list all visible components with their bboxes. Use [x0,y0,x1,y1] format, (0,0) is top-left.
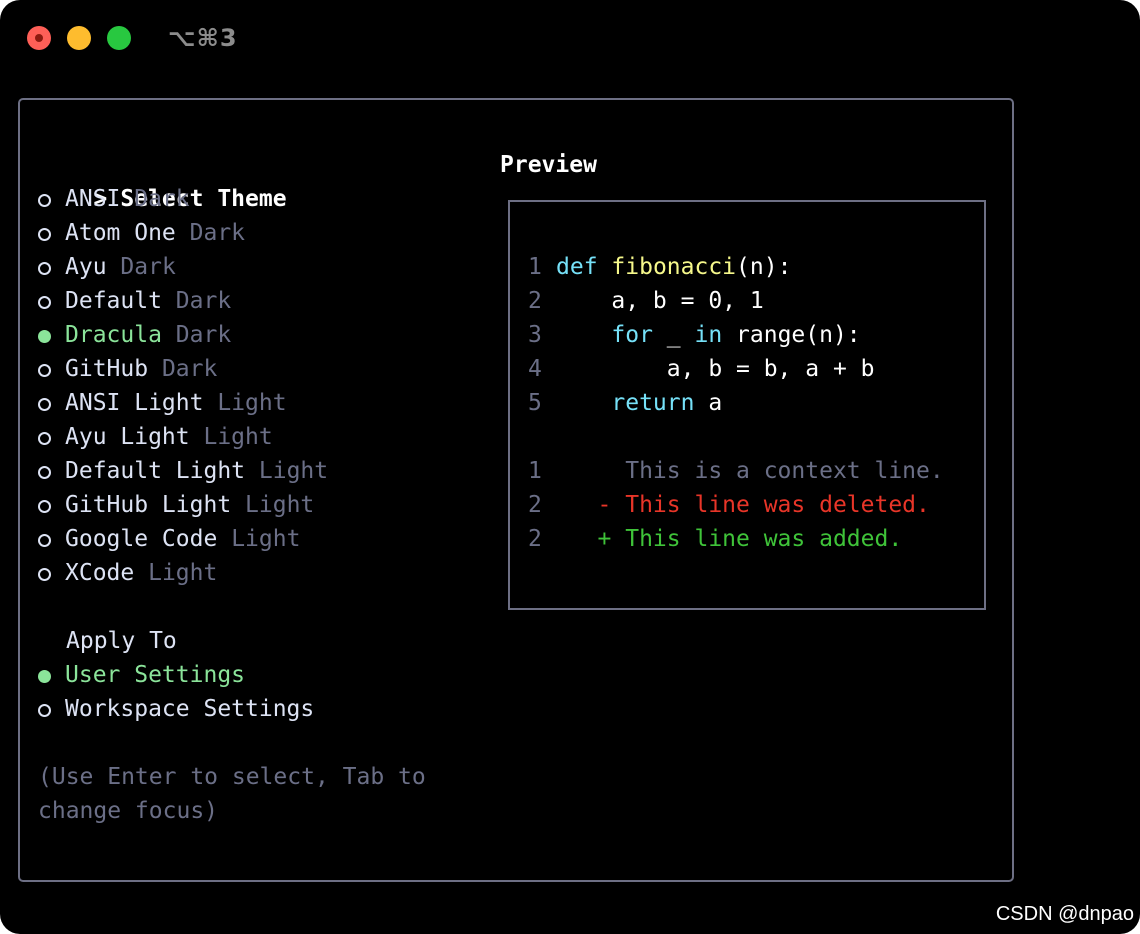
theme-option-variant: Light [148,560,218,586]
theme-option[interactable]: Ayu Light Light [38,420,273,454]
theme-option[interactable]: GitHub Dark [38,352,217,386]
diff-line: 2 + This line was added. [528,522,902,556]
line-number: 2 [528,288,542,314]
code-token: a, b = b, a + b [556,356,875,382]
code-token: for [611,322,653,348]
theme-option-name: ANSI [65,186,121,212]
preview-title: Preview [500,152,597,178]
line-number: 1 [528,254,542,280]
hint-line-2: change focus) [38,798,219,824]
apply-option-label: Workspace Settings [65,696,315,722]
radio-empty-icon [38,364,51,377]
code-token: return [611,390,695,416]
theme-option[interactable]: Default Light Light [38,454,328,488]
code-line: 3 for _ in range(n): [528,318,861,352]
code-token: _ [652,322,695,348]
radio-empty-icon [38,500,51,513]
apply-option[interactable]: User Settings [38,658,245,692]
theme-option[interactable]: Default Dark [38,284,231,318]
theme-option[interactable]: ANSI Dark [38,182,190,216]
line-number: 5 [528,390,542,416]
diff-text: This is a context line. [556,458,944,484]
theme-option-name: XCode [65,560,135,586]
close-button[interactable] [27,26,51,50]
code-line: 1 def fibonacci(n): [528,250,791,284]
radio-empty-icon [38,534,51,547]
hint-line-1: (Use Enter to select, Tab to [38,764,426,790]
line-number: 4 [528,356,542,382]
apply-option-label: User Settings [65,662,246,688]
diff-line: 1 This is a context line. [528,454,944,488]
apply-option[interactable]: Workspace Settings [38,692,314,726]
radio-empty-icon [38,194,51,207]
radio-empty-icon [38,568,51,581]
theme-option-variant: Dark [189,220,246,246]
theme-section-header: > Select Theme [38,148,286,212]
theme-option-variant: Dark [175,288,232,314]
code-line: 2 a, b = 0, 1 [528,284,764,318]
radio-selected-icon [38,670,51,683]
theme-option-name: Ayu Light [65,424,190,450]
theme-option[interactable]: GitHub Light Light [38,488,314,522]
theme-option-variant: Light [245,492,315,518]
code-token: (n): [736,254,792,280]
theme-option[interactable]: XCode Light [38,556,217,590]
theme-option[interactable]: Atom One Dark [38,216,245,250]
radio-empty-icon [38,466,51,479]
radio-empty-icon [38,704,51,717]
code-token: range(n): [722,322,861,348]
code-token: fibonacci [611,254,737,280]
code-token: in [694,322,723,348]
minimize-button[interactable] [67,26,91,50]
radio-selected-icon [38,330,51,343]
line-number: 2 [528,526,542,552]
theme-option-name: Google Code [65,526,218,552]
theme-option-name: Default [65,288,162,314]
code-line: 5 return a [528,386,722,420]
radio-empty-icon [38,262,51,275]
theme-option-name: Dracula [65,322,162,348]
theme-option-variant: Dark [175,322,232,348]
diff-text: - This line was deleted. [556,492,930,518]
window-title: ⌥⌘3 [168,24,238,52]
theme-option[interactable]: Dracula Dark [38,318,231,352]
code-token: def [556,254,598,280]
line-number: 1 [528,458,542,484]
theme-option-name: Atom One [65,220,176,246]
theme-option-name: ANSI Light [65,390,204,416]
theme-option-variant: Dark [161,356,218,382]
theme-option-name: GitHub [65,356,149,382]
theme-option-name: Ayu [65,254,107,280]
theme-option-variant: Dark [134,186,190,212]
radio-empty-icon [38,228,51,241]
diff-text: + This line was added. [556,526,903,552]
terminal-window: ⌥⌘3 > Select Theme ANSI Dark Atom One Dark… [0,0,1140,934]
radio-empty-icon [38,398,51,411]
diff-line: 2 - This line was deleted. [528,488,930,522]
theme-option-variant: Light [231,526,301,552]
theme-option[interactable]: Google Code Light [38,522,300,556]
apply-section-title: Apply To [66,628,177,654]
line-number: 2 [528,492,542,518]
theme-option-name: Default Light [65,458,246,484]
line-number: 3 [528,322,542,348]
theme-option[interactable]: Ayu Dark [38,250,176,284]
radio-empty-icon [38,296,51,309]
theme-option[interactable]: ANSI Light Light [38,386,287,420]
watermark: CSDN @dnpao [995,903,1134,925]
maximize-button[interactable] [107,26,131,50]
theme-option-variant: Light [258,458,329,484]
code-token: a, b = 0, 1 [556,288,764,314]
theme-option-variant: Light [203,424,273,450]
theme-option-variant: Light [217,390,287,416]
code-token: a [694,390,723,416]
radio-empty-icon [38,432,51,445]
theme-option-name: GitHub Light [65,492,232,518]
code-line: 4 a, b = b, a + b [528,352,875,386]
theme-option-variant: Dark [120,254,176,280]
